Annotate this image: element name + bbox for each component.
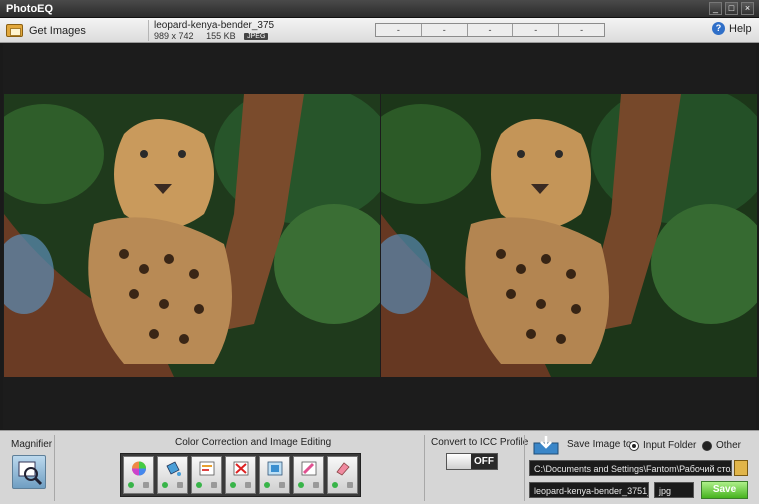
slot-2[interactable]: -	[422, 24, 468, 36]
help-icon: ?	[712, 22, 725, 35]
crop-scissors-icon	[233, 461, 249, 476]
levels-icon	[199, 461, 215, 476]
other-label: Other	[716, 440, 742, 451]
icc-title: Convert to ICC Profile	[431, 437, 529, 448]
eraser-icon	[336, 462, 350, 476]
status-dot	[128, 482, 134, 488]
status-dot	[196, 482, 202, 488]
slot-3[interactable]: -	[468, 24, 514, 36]
magnifier-icon	[18, 461, 43, 486]
close-button[interactable]: ×	[741, 2, 754, 15]
sharpen-tool[interactable]	[293, 456, 324, 494]
leopard-photo-processed	[381, 94, 757, 377]
bucket-icon	[166, 461, 181, 476]
radio-unselected	[702, 440, 712, 451]
editing-tools	[120, 453, 361, 497]
save-to-icon	[533, 436, 559, 455]
processed-image[interactable]	[381, 94, 757, 377]
get-images-label: Get Images	[29, 24, 86, 37]
toolbar-divider	[148, 20, 149, 41]
browse-folder-button[interactable]	[734, 460, 748, 476]
help-button[interactable]: ? Help	[712, 22, 752, 35]
input-folder-radio[interactable]: Input Folder	[629, 440, 696, 451]
title-bar: PhotoEQ _ □ ×	[0, 0, 759, 18]
slot-5[interactable]: -	[559, 24, 604, 36]
file-meta: 989 x 742 155 KB JPEG	[154, 31, 269, 41]
output-filename-field[interactable]: leopard-kenya-bender_3751_s	[529, 482, 649, 498]
save-to-label: Save Image to	[567, 439, 632, 450]
lock-icon	[143, 482, 149, 488]
preview-area	[3, 44, 757, 429]
sharpen-icon	[301, 461, 317, 476]
lock-icon	[245, 482, 251, 488]
file-size: 155 KB	[206, 31, 236, 41]
file-info: leopard-kenya-bender_375 989 x 742 155 K…	[154, 20, 374, 41]
bucket-tool[interactable]	[157, 456, 188, 494]
output-path-field[interactable]: C:\Documents and Settings\Fantom\Рабочий…	[529, 460, 732, 476]
toggle-knob	[447, 454, 471, 469]
bottom-panel: Magnifier Color Correction and Image Edi…	[0, 430, 759, 504]
status-dot	[332, 482, 338, 488]
crop-tool[interactable]	[225, 456, 256, 494]
eraser-tool[interactable]	[327, 456, 358, 494]
magnifier-title: Magnifier	[11, 439, 53, 450]
compression-slots: - - - - -	[375, 23, 605, 37]
save-button[interactable]: Save	[701, 481, 748, 499]
maximize-button[interactable]: □	[725, 2, 738, 15]
get-images-button[interactable]: Get Images	[6, 20, 94, 41]
minimize-button[interactable]: _	[709, 2, 722, 15]
icc-state: OFF	[474, 456, 494, 467]
status-dot	[230, 482, 236, 488]
status-dot	[162, 482, 168, 488]
status-dot	[298, 482, 304, 488]
resize-tool[interactable]	[259, 456, 290, 494]
other-folder-radio[interactable]: Other	[702, 440, 741, 451]
help-label: Help	[729, 22, 752, 35]
editing-title: Color Correction and Image Editing	[175, 437, 332, 448]
slot-1[interactable]: -	[376, 24, 422, 36]
lock-icon	[347, 482, 353, 488]
radio-selected	[629, 440, 639, 451]
status-dot	[264, 482, 270, 488]
original-image[interactable]	[4, 94, 380, 377]
format-badge: JPEG	[244, 33, 269, 40]
toolbar: Get Images leopard-kenya-bender_375 989 …	[0, 18, 759, 43]
resize-icon	[267, 461, 283, 476]
levels-tool[interactable]	[191, 456, 222, 494]
file-name: leopard-kenya-bender_375	[154, 20, 275, 31]
slot-4[interactable]: -	[513, 24, 560, 36]
window-title: PhotoEQ	[6, 3, 54, 15]
color-wheel-tool[interactable]	[123, 456, 154, 494]
lock-icon	[313, 482, 319, 488]
folder-icon	[6, 24, 23, 37]
panel-divider	[524, 435, 525, 501]
lock-icon	[211, 482, 217, 488]
format-select[interactable]: jpg	[654, 482, 694, 498]
lock-icon	[177, 482, 183, 488]
image-dimensions: 989 x 742	[154, 31, 194, 41]
leopard-photo-original	[4, 94, 380, 377]
panel-divider	[424, 435, 425, 501]
lock-icon	[279, 482, 285, 488]
color-wheel-icon	[132, 461, 146, 476]
icc-toggle[interactable]: OFF	[446, 453, 498, 470]
panel-divider	[54, 435, 55, 501]
magnifier-button[interactable]	[12, 455, 46, 489]
input-folder-label: Input Folder	[643, 440, 697, 451]
